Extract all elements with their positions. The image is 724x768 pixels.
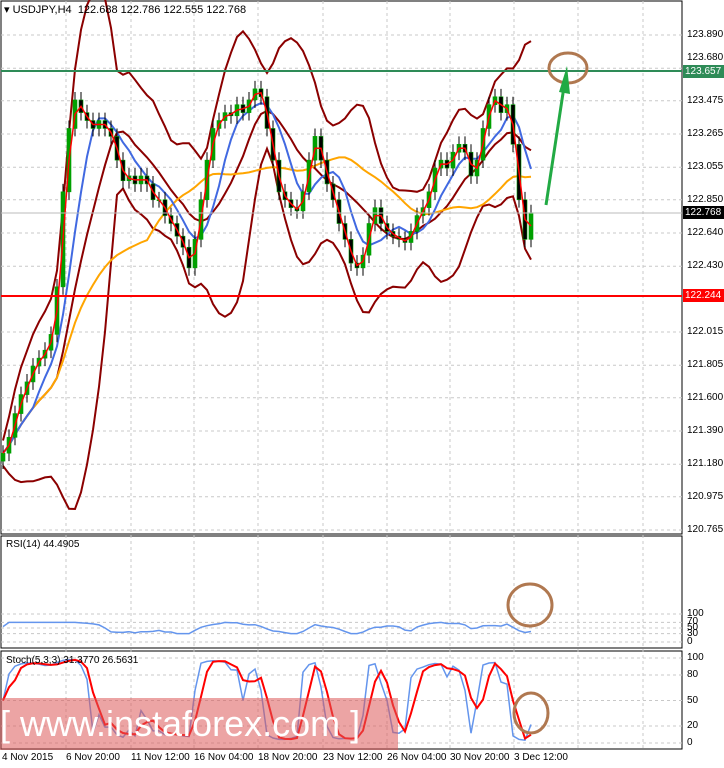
rsi-tick: 0 [687, 636, 693, 647]
support-tag: 122.244 [683, 289, 724, 302]
close: 122.768 [206, 4, 247, 16]
open: 122.688 [77, 4, 118, 16]
rsi-label: RSI(14) 44.4905 [6, 539, 80, 550]
stoch-circle [512, 691, 550, 735]
price-tick: 123.680 [687, 52, 724, 63]
price-tick: 123.890 [687, 29, 724, 40]
resistance-tag: 123.657 [683, 65, 724, 78]
time-tick: 16 Nov 04:00 [194, 752, 254, 763]
time-tick: 18 Nov 20:00 [258, 752, 318, 763]
price-tick: 121.805 [687, 359, 724, 371]
stoch-tick: 100 [687, 652, 704, 663]
bollinger-upper [2, 0, 532, 441]
low: 122.555 [163, 4, 204, 16]
arrow-shaft [544, 79, 567, 206]
bollinger-lower [2, 145, 532, 511]
candle-body [0, 452, 6, 462]
time-tick: 26 Nov 04:00 [387, 752, 447, 763]
price-tick: 120.765 [687, 524, 724, 535]
chart-window: ▾ USDJPY,H4 122.688 122.786 122.555 122.… [0, 0, 724, 768]
time-tick: 6 Nov 20:00 [66, 752, 120, 763]
current-price-tag: 122.768 [683, 206, 724, 219]
time-tick: 3 Dec 12:00 [514, 752, 568, 763]
price-tick: 121.180 [687, 458, 724, 470]
time-tick: 23 Nov 12:00 [323, 752, 383, 763]
price-tick: 122.850 [687, 193, 724, 205]
symbol-header: ▾ USDJPY,H4 122.688 122.786 122.555 122.… [4, 4, 247, 16]
ma-slow [2, 156, 532, 454]
price-tick: 120.975 [687, 490, 724, 502]
time-tick: 11 Nov 12:00 [131, 752, 190, 763]
time-tick: 30 Nov 20:00 [450, 752, 510, 763]
price-tick: 123.475 [687, 94, 724, 106]
chart-canvas[interactable] [0, 0, 724, 768]
stoch-tick: 50 [687, 694, 699, 706]
time-tick: 4 Nov 2015 [2, 752, 54, 763]
price-tick: 123.265 [687, 128, 724, 139]
price-tick: 121.600 [687, 391, 724, 403]
stoch-tick: 80 [687, 669, 699, 680]
symbol: USDJPY,H4 [12, 4, 72, 16]
watermark: [ www.instaforex.com ] [0, 698, 398, 750]
rsi-panel [0, 535, 683, 649]
stoch-label: Stoch(5,3,3) 31.3770 26.5631 [6, 655, 139, 666]
price-tick: 122.430 [687, 260, 724, 272]
candle-body [528, 212, 534, 240]
price-tick: 122.015 [687, 326, 724, 337]
stoch-tick: 20 [687, 720, 699, 731]
price-tick: 123.055 [687, 161, 724, 173]
price-tick: 121.390 [687, 425, 724, 436]
rsi-circle [506, 582, 554, 628]
price-tick: 122.640 [687, 227, 724, 238]
stoch-tick: 0 [687, 737, 693, 748]
high: 122.786 [120, 4, 161, 16]
